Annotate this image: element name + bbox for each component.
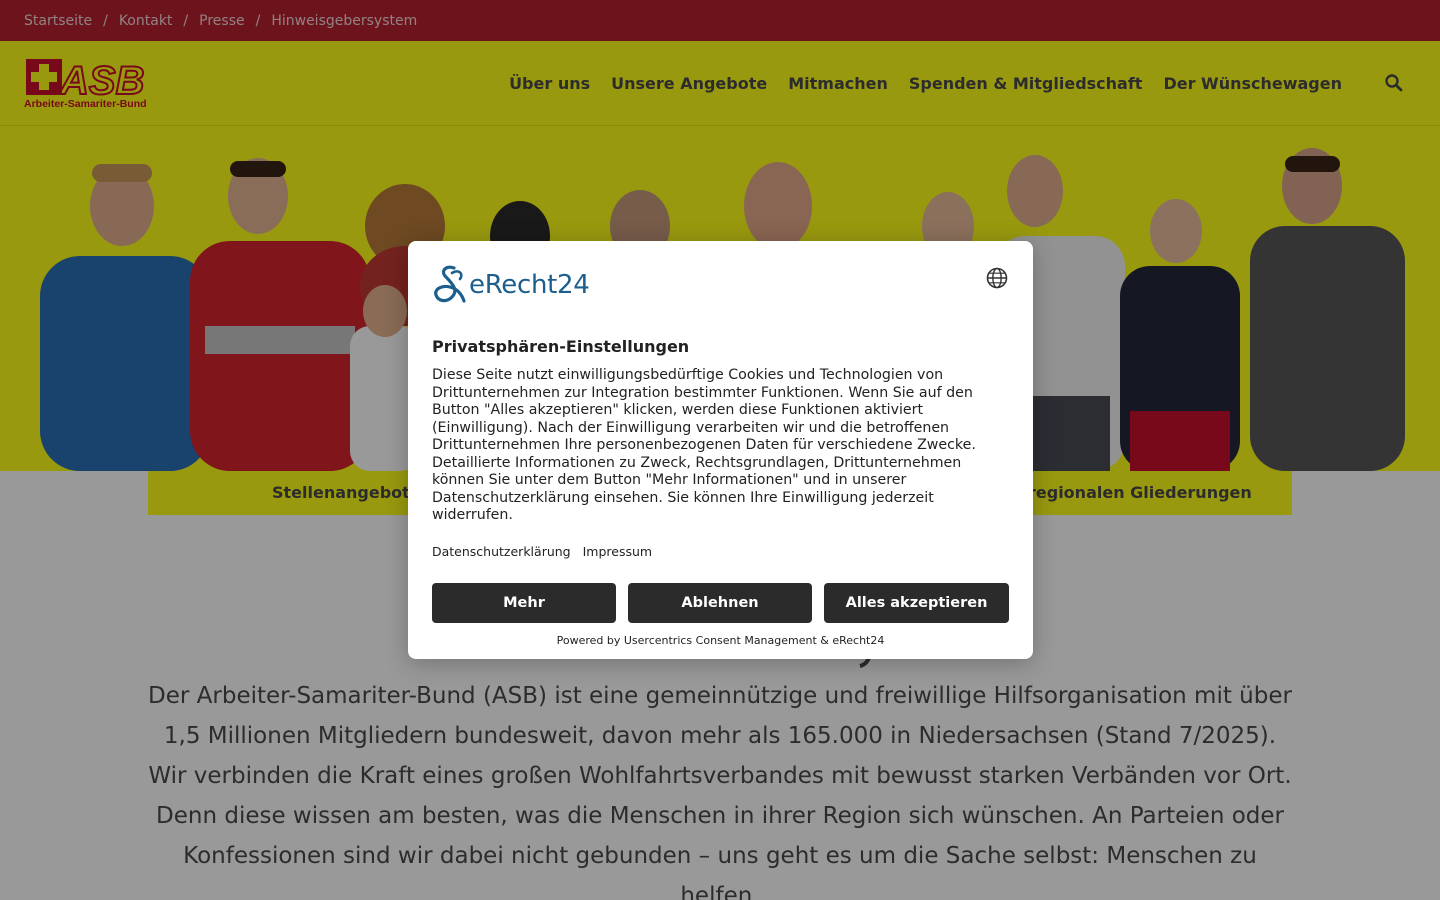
more-button[interactable]: Mehr	[432, 583, 616, 623]
link-datenschutzerklaerung[interactable]: Datenschutzerklärung	[432, 544, 571, 559]
erecht24-logo: eRecht24	[432, 265, 590, 305]
consent-links: Datenschutzerklärung Impressum	[432, 544, 660, 559]
powered-by-note: Powered by Usercentrics Consent Manageme…	[556, 634, 885, 647]
accept-all-button[interactable]: Alles akzeptieren	[824, 583, 1009, 623]
consent-description: Diese Seite nutzt einwilligungsbedürftig…	[432, 367, 976, 523]
consent-dialog: eRecht24 Privatsphären-Einstellungen Die…	[408, 241, 1033, 659]
consent-title: Privatsphären-Einstellungen	[432, 337, 690, 356]
globe-language-icon[interactable]	[986, 267, 1008, 289]
decline-button[interactable]: Ablehnen	[628, 583, 812, 623]
link-impressum[interactable]: Impressum	[583, 544, 652, 559]
erecht24-brand-name: eRecht24	[469, 270, 590, 300]
erecht24-mark-icon	[434, 265, 466, 303]
